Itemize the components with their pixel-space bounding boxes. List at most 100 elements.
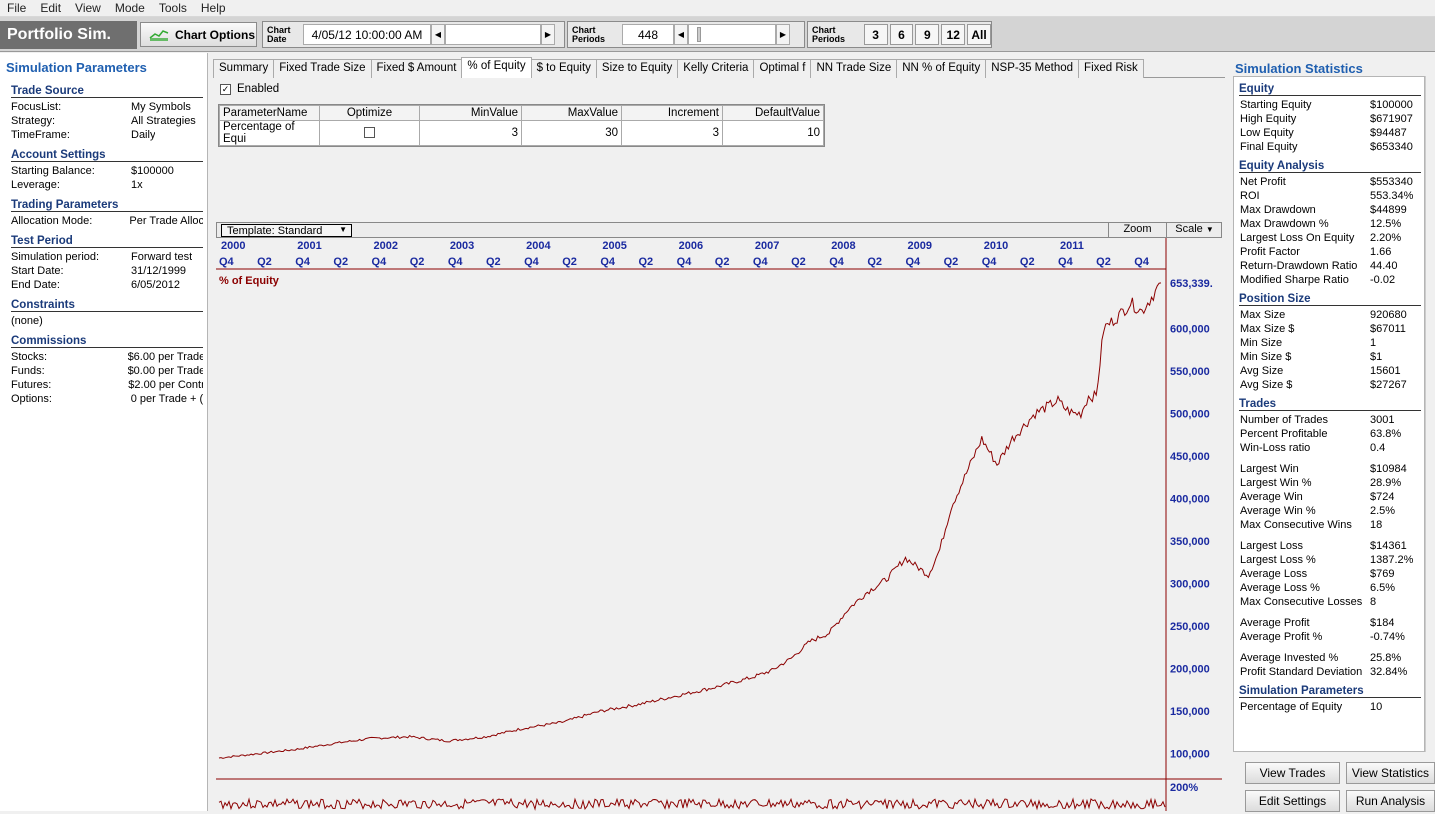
stat-label: Modified Sharpe Ratio <box>1240 274 1349 286</box>
chart-periods-next-icon[interactable]: ▶ <box>776 24 790 45</box>
tab--of-equity[interactable]: % of Equity <box>461 57 532 78</box>
stat-label: Largest Win % <box>1240 477 1312 489</box>
menu-tools[interactable]: Tools <box>152 1 194 15</box>
enabled-label: Enabled <box>237 83 280 95</box>
period-button-9[interactable]: 9 <box>915 24 940 45</box>
chart-date-slider[interactable] <box>445 24 541 45</box>
stat-row: Profit Standard Deviation 32.84% <box>1234 665 1424 679</box>
param-row: Futures: $2.00 per Contr <box>11 378 203 392</box>
tab-optimal-f[interactable]: Optimal f <box>753 59 812 78</box>
menu-file[interactable]: File <box>0 1 33 15</box>
param-value: 1x <box>131 179 143 191</box>
stat-row: Average Loss $769 <box>1234 567 1424 581</box>
tab-size-to-equity[interactable]: Size to Equity <box>595 59 679 78</box>
grid-cell-increment[interactable]: 3 <box>621 120 723 146</box>
period-button-12[interactable]: 12 <box>941 24 966 45</box>
quarter-tick-label: Q2 <box>486 256 501 268</box>
menu-edit[interactable]: Edit <box>33 1 68 15</box>
grid-cell-optimize[interactable] <box>319 120 420 146</box>
param-value: Per Trade Alloc <box>129 215 203 227</box>
tab-fixed-trade-size[interactable]: Fixed Trade Size <box>273 59 372 78</box>
grid-cell-min[interactable]: 3 <box>419 120 522 146</box>
view-statistics-button[interactable]: View Statistics <box>1346 762 1435 784</box>
chart-date-next-icon[interactable]: ▶ <box>541 24 555 45</box>
chart-date-value[interactable]: 4/05/12 10:00:00 AM <box>303 24 431 45</box>
template-dropdown[interactable]: Template: Standard ▼ <box>221 224 352 237</box>
edit-settings-button[interactable]: Edit Settings <box>1245 790 1340 812</box>
stat-row: Average Profit % -0.74% <box>1234 630 1424 644</box>
period-button-3[interactable]: 3 <box>863 24 888 45</box>
period-button-6[interactable]: 6 <box>889 24 914 45</box>
year-tick-label: 2009 <box>907 240 931 252</box>
quarter-tick-label: Q4 <box>753 256 769 268</box>
param-row: TimeFrame: Daily <box>11 128 203 142</box>
chart-periods-label: Chart Periods <box>572 24 606 44</box>
enabled-checkbox[interactable]: ✓ <box>220 83 231 95</box>
chart-periods-slider[interactable] <box>688 24 776 45</box>
tab-kelly-criteria[interactable]: Kelly Criteria <box>677 59 755 78</box>
stat-value: 2.5% <box>1370 505 1396 517</box>
period-button-all[interactable]: All <box>967 24 991 45</box>
param-value: Daily <box>131 129 156 141</box>
y-tick-label: 200,000 <box>1170 664 1210 676</box>
optimize-checkbox[interactable] <box>364 127 375 139</box>
stat-label: Max Drawdown % <box>1240 218 1329 230</box>
stats-heading: Equity <box>1239 77 1421 96</box>
y-tick-label: 500,000 <box>1170 408 1210 420</box>
chart-date-prev-icon[interactable]: ◀ <box>431 24 445 45</box>
tab-summary[interactable]: Summary <box>213 59 275 78</box>
y-tick-label: 400,000 <box>1170 493 1210 505</box>
quarter-tick-label: Q2 <box>944 256 959 268</box>
stat-value: 18 <box>1370 519 1383 531</box>
quarter-tick-label: Q4 <box>524 256 540 268</box>
chart-periods-value[interactable]: 448 <box>622 24 674 45</box>
tab-nn-of-equity[interactable]: NN % of Equity <box>896 59 987 78</box>
tab-fixed-amount[interactable]: Fixed $ Amount <box>370 59 463 78</box>
section-heading-test-period: Test Period <box>11 228 203 248</box>
periods-label: Chart Periods <box>812 24 846 44</box>
stat-row: Min Size $ $1 <box>1234 350 1424 364</box>
table-row[interactable]: Percentage of Equi 3 30 3 10 <box>219 120 824 146</box>
y-tick-label: 600,000 <box>1170 323 1210 335</box>
view-trades-button[interactable]: View Trades <box>1245 762 1340 784</box>
scale-dropdown[interactable]: Scale ▼ <box>1166 223 1222 237</box>
param-value: $6.00 per Trade <box>127 351 203 363</box>
stat-value: $14361 <box>1370 540 1407 552</box>
chevron-down-icon: ▼ <box>339 225 347 234</box>
enabled-row: ✓ Enabled <box>220 83 279 95</box>
quarter-tick-label: Q2 <box>562 256 577 268</box>
chart-periods-prev-icon[interactable]: ◀ <box>674 24 688 45</box>
param-value: All Strategies <box>131 115 196 127</box>
y-tick-label: 300,000 <box>1170 579 1210 591</box>
stat-value: $94487 <box>1370 127 1407 139</box>
grid-cell-name[interactable]: Percentage of Equi <box>219 120 320 146</box>
equity-chart[interactable]: 2000 2001 2002 2003 2004 2005 2006 2007 2008 2009… <box>216 238 1222 811</box>
quarter-tick-label: Q4 <box>372 256 388 268</box>
grid-cell-max[interactable]: 30 <box>521 120 622 146</box>
tab-nn-trade-size[interactable]: NN Trade Size <box>810 59 898 78</box>
stat-label: Largest Loss On Equity <box>1240 232 1355 244</box>
simulation-statistics-panel: Simulation Statistics Equity Starting Equ… <box>1229 53 1435 812</box>
stat-row: High Equity $671907 <box>1234 112 1424 126</box>
param-key: FocusList: <box>11 101 62 113</box>
menu-mode[interactable]: Mode <box>108 1 152 15</box>
run-analysis-button[interactable]: Run Analysis <box>1346 790 1435 812</box>
year-tick-label: 2001 <box>297 240 321 252</box>
grid-cell-default[interactable]: 10 <box>722 120 824 146</box>
y-tick-label: 150,000 <box>1170 706 1210 718</box>
statistics-scrollbar[interactable] <box>1425 76 1435 752</box>
stat-label: Average Profit <box>1240 617 1310 629</box>
y-tick-label: 450,000 <box>1170 451 1210 463</box>
chart-options-button[interactable]: Chart Options <box>140 22 257 47</box>
quarter-tick-label: Q2 <box>1020 256 1035 268</box>
menu-view[interactable]: View <box>68 1 108 15</box>
year-tick-label: 2003 <box>450 240 474 252</box>
zoom-button[interactable]: Zoom <box>1108 223 1166 237</box>
param-row: Allocation Mode: Per Trade Alloc <box>11 214 203 228</box>
tab-nsp-35-method[interactable]: NSP-35 Method <box>985 59 1080 78</box>
tab-fixed-risk[interactable]: Fixed Risk <box>1078 59 1144 78</box>
stat-row: Max Drawdown % 12.5% <box>1234 217 1424 231</box>
tab--to-equity[interactable]: $ to Equity <box>530 59 597 78</box>
menu-help[interactable]: Help <box>194 1 233 15</box>
